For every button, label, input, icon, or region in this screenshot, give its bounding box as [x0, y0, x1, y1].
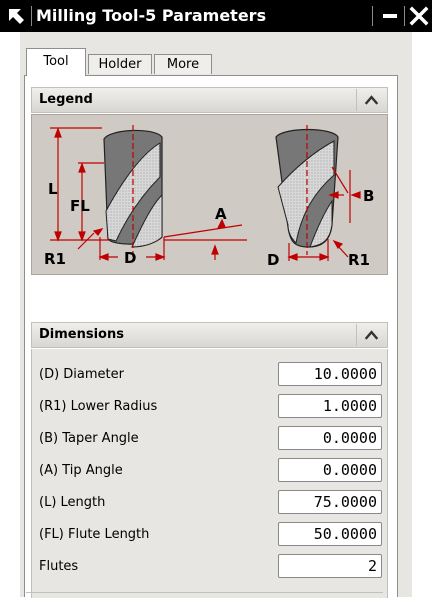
field-row-length: (L) Length [32, 489, 387, 517]
tapered-ball-mill-drawing [275, 125, 339, 255]
diameter-input[interactable] [278, 362, 382, 386]
length-input[interactable] [278, 490, 382, 514]
diameter-label: (D) Diameter [39, 367, 124, 382]
title-separator [372, 6, 373, 26]
window-title: Milling Tool-5 Parameters [36, 6, 267, 25]
dimensions-section-label: Dimensions [39, 327, 124, 342]
title-separator [404, 6, 405, 26]
field-row-lower-radius: (R1) Lower Radius [32, 393, 387, 421]
lower-radius-input[interactable] [278, 394, 382, 418]
legend-label-a: A [215, 205, 227, 223]
tool-tab-panel: Legend L FL A R1 D B D R1 Dimensions (D)… [24, 75, 398, 598]
legend-label-l: L [48, 180, 58, 198]
field-row-flute-length: (FL) Flute Length [32, 521, 387, 549]
field-row-taper-angle: (B) Taper Angle [32, 425, 387, 453]
length-label: (L) Length [39, 495, 106, 510]
flutes-label: Flutes [39, 559, 79, 574]
close-icon[interactable] [407, 4, 431, 28]
tip-angle-input[interactable] [278, 458, 382, 482]
legend-diagram: L FL A R1 D B D R1 [31, 114, 388, 275]
legend-label-fl: FL [70, 197, 90, 215]
tool-diagram: L FL A R1 D B D R1 [44, 125, 374, 269]
tip-angle-label: (A) Tip Angle [39, 463, 123, 478]
dimensions-section-header[interactable]: Dimensions [31, 322, 388, 348]
tab-holder[interactable]: Holder [88, 54, 152, 74]
title-bar: Milling Tool-5 Parameters [0, 0, 432, 32]
parameters-dialog: Tool Holder More Legend L FL A R1 D B D … [20, 32, 412, 598]
dimensions-fields: (D) Diameter (R1) Lower Radius (B) Taper… [31, 349, 388, 598]
flutes-input[interactable] [278, 554, 382, 578]
legend-label-d-right: D [267, 251, 279, 269]
legend-section-header[interactable]: Legend [31, 87, 388, 113]
flute-length-label: (FL) Flute Length [39, 527, 150, 542]
field-row-diameter: (D) Diameter [32, 361, 387, 389]
legend-label-b: B [363, 187, 374, 205]
chevron-up-icon[interactable] [356, 89, 386, 111]
minimize-icon[interactable] [378, 4, 402, 28]
tab-tool[interactable]: Tool [26, 48, 86, 76]
legend-section-label: Legend [39, 92, 93, 107]
tab-more[interactable]: More [154, 54, 212, 74]
chevron-up-icon[interactable] [356, 324, 386, 346]
field-row-tip-angle: (A) Tip Angle [32, 457, 387, 485]
title-separator [31, 6, 32, 26]
legend-label-d-left: D [124, 249, 136, 267]
cursor-arrow-icon [9, 9, 24, 24]
flat-end-mill-drawing [103, 125, 163, 257]
taper-angle-label: (B) Taper Angle [39, 431, 139, 446]
flute-length-input[interactable] [278, 522, 382, 546]
field-row-flutes: Flutes [32, 553, 387, 581]
taper-angle-input[interactable] [278, 426, 382, 450]
panel-bottom-divider [26, 592, 383, 593]
legend-label-r1-right: R1 [348, 251, 370, 269]
legend-label-r1-left: R1 [44, 250, 66, 268]
lower-radius-label: (R1) Lower Radius [39, 399, 158, 414]
